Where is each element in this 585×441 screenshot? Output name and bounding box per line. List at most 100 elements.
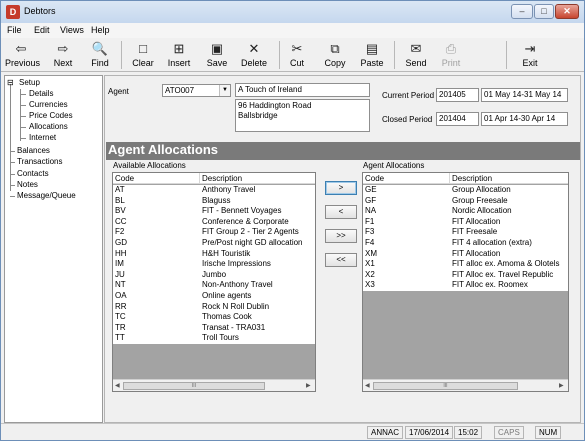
list-item[interactable]: F4 FIT 4 allocation (extra): [363, 238, 568, 249]
horizontal-scrollbar[interactable]: ◀ III ▶: [113, 379, 315, 391]
minimize-button[interactable]: –: [511, 4, 533, 19]
insert-button[interactable]: ⊞ Insert: [163, 39, 195, 71]
list-item[interactable]: F2 FIT Group 2 - Tier 2 Agents: [113, 227, 315, 238]
menu-edit[interactable]: Edit: [34, 25, 50, 35]
list-item[interactable]: F1 FIT Allocation: [363, 216, 568, 228]
column-header-description[interactable]: Description: [452, 174, 492, 183]
toolbar-label: Previous: [5, 58, 41, 68]
agent-code-combo[interactable]: ATO007 ▼: [162, 84, 231, 97]
add-allocation-button[interactable]: >: [325, 181, 357, 195]
tree-expander-icon[interactable]: ⊟: [7, 78, 14, 87]
clear-page-icon: □: [139, 41, 147, 56]
cut-button[interactable]: ✂ Cut: [284, 39, 310, 71]
list-item[interactable]: NT Non-Anthony Travel: [113, 280, 315, 291]
window-title: Debtors: [24, 6, 56, 16]
maximize-button[interactable]: □: [534, 4, 554, 19]
item-description: Pre/Post night GD allocation: [202, 238, 303, 247]
closed-period-code[interactable]: 201404: [436, 112, 479, 126]
delete-button[interactable]: ✕ Delete: [237, 39, 271, 71]
scroll-right-icon[interactable]: ▶: [559, 382, 564, 389]
item-code: TC: [115, 312, 126, 322]
list-item[interactable]: X3 FIT Alloc ex. Roomex: [363, 280, 568, 291]
column-header-code[interactable]: Code: [365, 174, 384, 183]
tree-item-internet[interactable]: Internet: [29, 133, 56, 142]
toolbar-separator: [279, 41, 280, 69]
horizontal-scrollbar[interactable]: ◀ III ▶: [363, 379, 568, 391]
tree-item-currencies[interactable]: Currencies: [29, 100, 68, 109]
print-button[interactable]: ⎙ Print: [438, 39, 464, 71]
list-item[interactable]: F3 FIT Freesale: [363, 227, 568, 238]
menu-help[interactable]: Help: [91, 25, 110, 35]
paste-button[interactable]: ▤ Paste: [356, 39, 388, 71]
tree-item-allocations[interactable]: Allocations: [29, 122, 68, 131]
list-item[interactable]: TR Transat - TRA031: [113, 322, 315, 334]
current-period-range[interactable]: 01 May 14-31 May 14: [481, 88, 568, 102]
scroll-left-icon[interactable]: ◀: [115, 382, 120, 389]
agent-name-field[interactable]: A Touch of Ireland: [235, 83, 370, 97]
tree-item-transactions[interactable]: Transactions: [17, 157, 63, 166]
list-item[interactable]: RR Rock N Roll Dublin: [113, 301, 315, 313]
clear-button[interactable]: □ Clear: [129, 39, 157, 71]
list-item[interactable]: X1 FIT alloc ex. Amoma & Olotels: [363, 259, 568, 270]
current-period-code[interactable]: 201405: [436, 88, 479, 102]
close-button[interactable]: ✕: [555, 4, 579, 19]
list-item[interactable]: BL Blaguss: [113, 195, 315, 207]
list-item[interactable]: OA Online agents: [113, 291, 315, 302]
item-code: X2: [365, 269, 375, 279]
item-description: FIT Alloc ex. Roomex: [452, 280, 528, 290]
list-item[interactable]: XM FIT Allocation: [363, 248, 568, 260]
list-item[interactable]: JU Jumbo: [113, 269, 315, 281]
list-item[interactable]: IM Irische Impressions: [113, 259, 315, 270]
list-item[interactable]: GF Group Freesale: [363, 195, 568, 207]
agent-address-field[interactable]: 96 Haddington Road Ballsbridge: [235, 99, 370, 132]
add-all-allocations-button[interactable]: >>: [325, 229, 357, 243]
list-item[interactable]: NA Nordic Allocation: [363, 206, 568, 217]
tree-item-message-queue[interactable]: Message/Queue: [17, 191, 76, 200]
scroll-thumb[interactable]: III: [123, 382, 265, 390]
agent-allocations-list[interactable]: Code Description GE Group Allocation GF Group…: [362, 172, 569, 392]
app-logo-icon: D: [6, 5, 20, 19]
send-button[interactable]: ✉ Send: [401, 39, 431, 71]
previous-button[interactable]: ⇦ Previous: [5, 39, 41, 71]
column-header-code[interactable]: Code: [115, 174, 134, 183]
column-header-description[interactable]: Description: [202, 174, 242, 183]
tree-item-details[interactable]: Details: [29, 89, 53, 98]
save-button[interactable]: ▣ Save: [203, 39, 231, 71]
toolbar: ⇦ Previous ⇨ Next 🔍 Find □ Clear ⊞ Insert ▣ Save ✕ De…: [1, 38, 584, 72]
toolbar-label: Clear: [132, 58, 154, 68]
find-button[interactable]: 🔍 Find: [87, 39, 113, 71]
menu-views[interactable]: Views: [60, 25, 84, 35]
toolbar-label: Exit: [522, 58, 538, 68]
list-item[interactable]: TC Thomas Cook: [113, 312, 315, 323]
list-item[interactable]: BV FIT - Bennett Voyages: [113, 206, 315, 217]
closed-period-range[interactable]: 01 Apr 14-30 Apr 14: [481, 112, 568, 126]
menu-file[interactable]: File: [7, 25, 22, 35]
remove-allocation-button[interactable]: <: [325, 205, 357, 219]
exit-button[interactable]: ⇥ Exit: [514, 39, 546, 71]
copy-button[interactable]: ⧉ Copy: [319, 39, 351, 71]
item-code: XM: [365, 248, 377, 258]
list-item[interactable]: HH H&H Touristik: [113, 248, 315, 260]
list-item[interactable]: AT Anthony Travel: [113, 185, 315, 196]
section-title: Agent Allocations: [108, 142, 219, 157]
tree-item-price-codes[interactable]: Price Codes: [29, 111, 73, 120]
tree-item-contacts[interactable]: Contacts: [17, 169, 49, 178]
status-bar: ANNAC 17/06/2014 15:02 CAPS NUM: [1, 423, 584, 440]
list-item[interactable]: GD Pre/Post night GD allocation: [113, 238, 315, 249]
scroll-thumb[interactable]: III: [373, 382, 518, 390]
tree-item-notes[interactable]: Notes: [17, 180, 38, 189]
remove-all-allocations-button[interactable]: <<: [325, 253, 357, 267]
toolbar-label: Copy: [324, 58, 346, 68]
list-item[interactable]: X2 FIT Alloc ex. Travel Republic: [363, 269, 568, 281]
chevron-down-icon[interactable]: ▼: [219, 85, 230, 96]
scroll-right-icon[interactable]: ▶: [306, 382, 311, 389]
list-item[interactable]: TT Troll Tours: [113, 333, 315, 344]
status-time: 15:02: [454, 426, 483, 439]
list-item[interactable]: GE Group Allocation: [363, 185, 568, 196]
tree-item-balances[interactable]: Balances: [17, 146, 50, 155]
next-button[interactable]: ⇨ Next: [48, 39, 78, 71]
available-allocations-list[interactable]: Code Description AT Anthony Travel BL Blaguss…: [112, 172, 316, 392]
tree-item-setup[interactable]: Setup: [19, 78, 40, 87]
list-item[interactable]: CC Conference & Corporate: [113, 216, 315, 228]
scroll-left-icon[interactable]: ◀: [365, 382, 370, 389]
